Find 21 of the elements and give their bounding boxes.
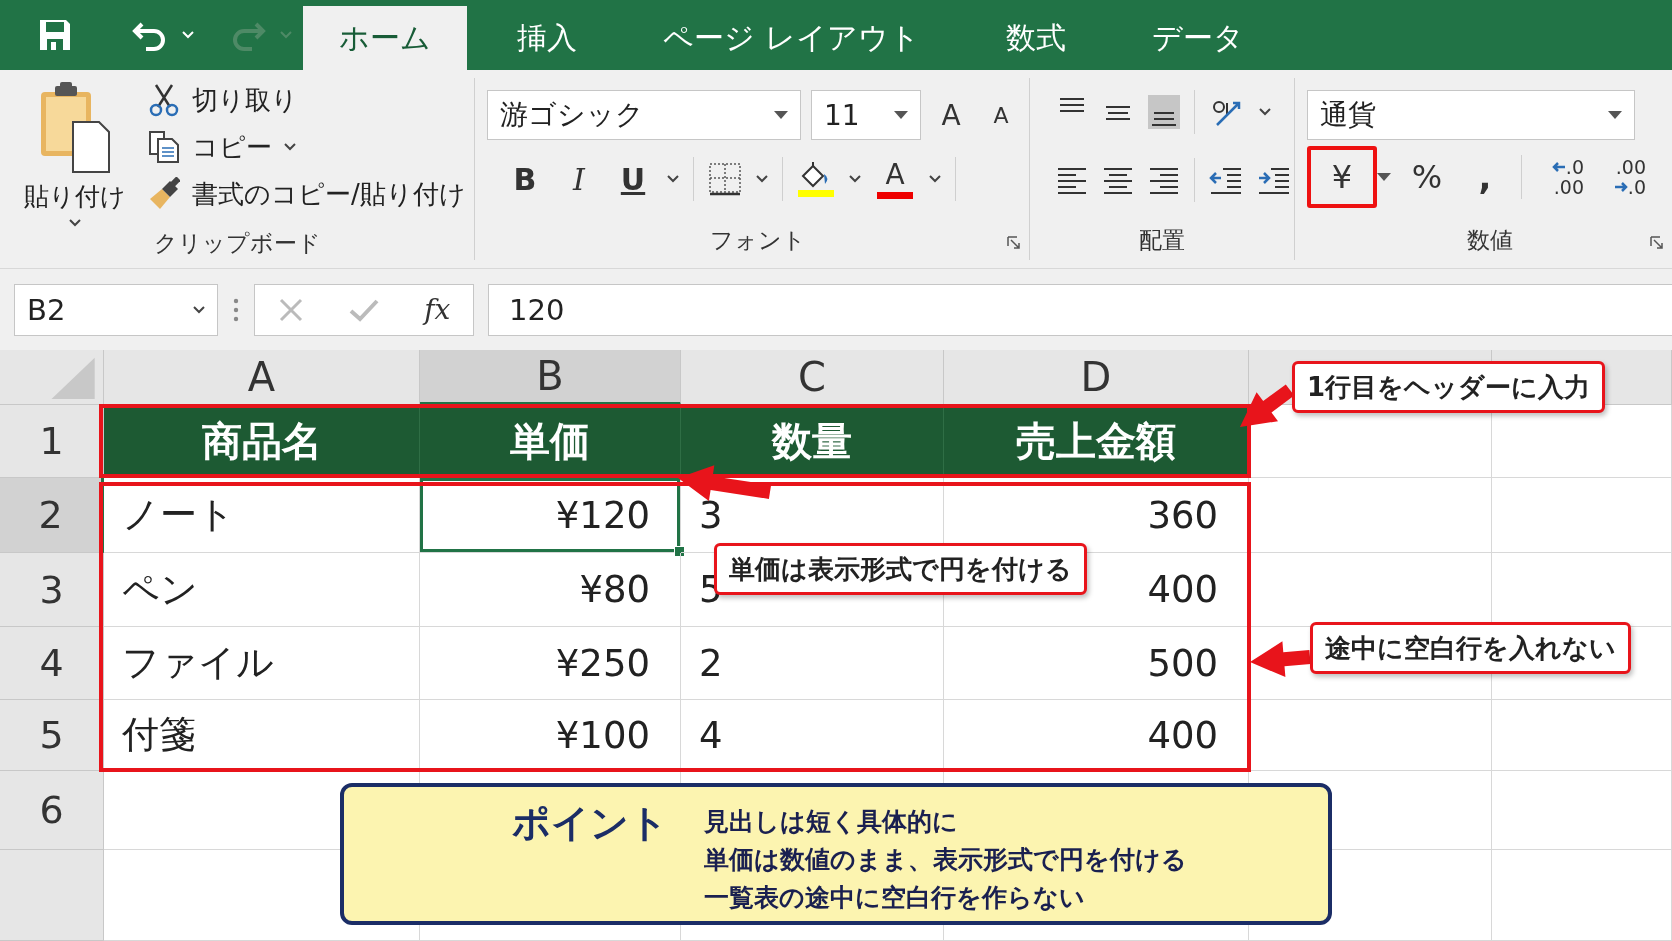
table-cell: ファイル xyxy=(104,627,420,700)
table-cell: ノート xyxy=(104,478,420,553)
tip-text: 単価は数値のまま、表示形式で円を付ける xyxy=(704,844,1187,876)
table-cell: ¥100 xyxy=(420,700,681,771)
table-cell: 500 xyxy=(944,627,1249,700)
table-cell: 付箋 xyxy=(104,700,420,771)
tip-text: 見出しは短く具体的に xyxy=(704,806,959,838)
group-label: フォント xyxy=(710,225,806,255)
table-cell: 4 xyxy=(681,700,944,771)
tip-text: 一覧表の途中に空白行を作らない xyxy=(704,882,1086,914)
tip-title: ポイント xyxy=(512,800,668,847)
callout-tooltip: 途中に空白行を入れない xyxy=(1310,622,1631,674)
table-cell: 2 xyxy=(681,627,944,700)
callout-tooltip: 1行目をヘッダーに入力 xyxy=(1292,361,1606,413)
table-cell: 400 xyxy=(944,700,1249,771)
table-cell: ¥250 xyxy=(420,627,681,700)
table-cell: ¥80 xyxy=(420,553,681,627)
group-label: 配置 xyxy=(1139,225,1185,255)
group-label: 数値 xyxy=(1466,225,1513,255)
table-cell: ペン xyxy=(104,553,420,627)
group-label: クリップボード xyxy=(153,229,321,258)
